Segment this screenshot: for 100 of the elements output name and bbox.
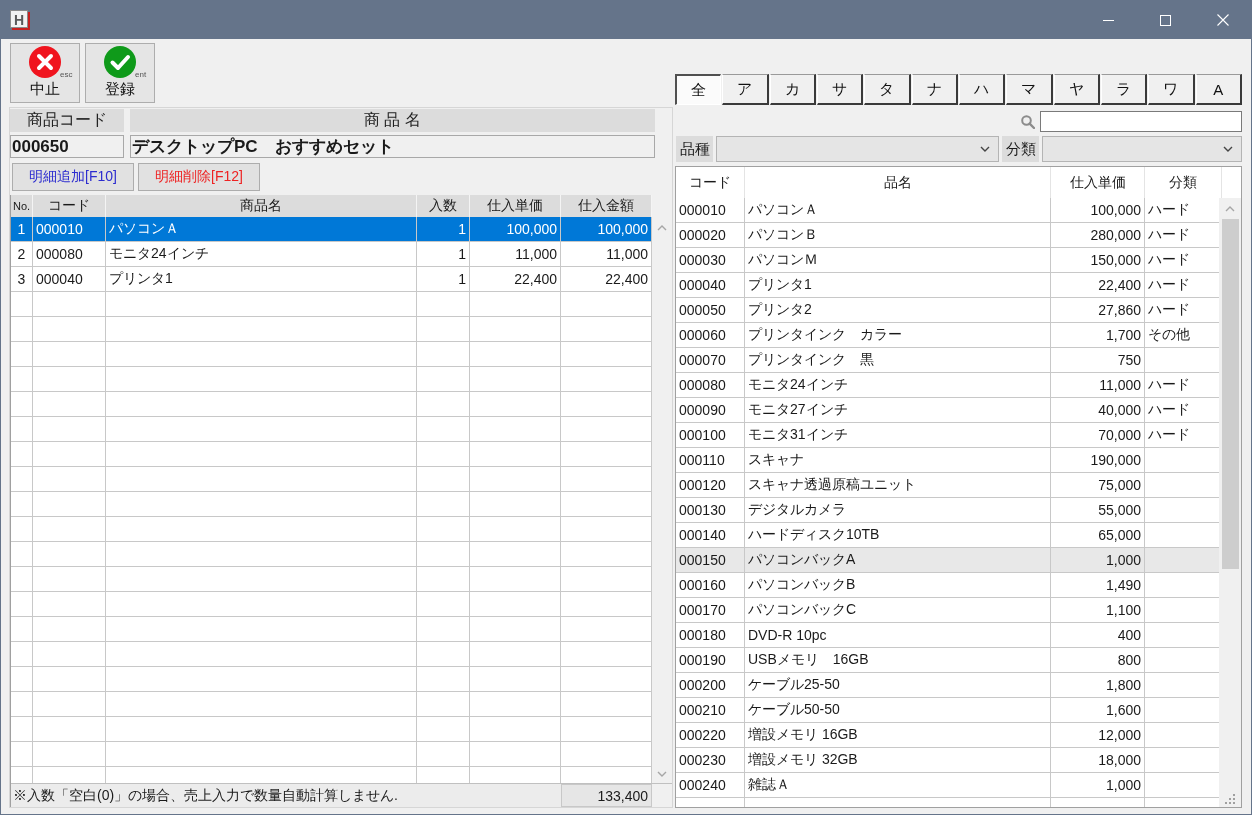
table-cell: 1,600 [1051,698,1145,722]
filter-tab[interactable]: マ [1006,74,1053,105]
app-logo-icon: H [10,10,30,30]
table-cell: モニタ31インチ [745,423,1051,447]
table-row[interactable]: 000070 プリンタインク 黒 750 [676,348,1220,373]
table-row[interactable]: 000010 パソコンＡ 100,000 ハード [676,198,1220,223]
table-row[interactable]: 000230 増設メモリ 32GB 18,000 [676,748,1220,773]
table-row[interactable]: 000030 パソコンＭ 150,000 ハード [676,248,1220,273]
table-cell: DVD-R 10pc [745,623,1051,647]
table-row[interactable]: 000020 パソコンＢ 280,000 ハード [676,223,1220,248]
table-row[interactable]: 000120 スキャナ透過原稿ユニット 75,000 [676,473,1220,498]
filter-tab[interactable]: ヤ [1053,74,1100,105]
filter-tab[interactable]: タ [864,74,911,105]
table-cell: 12,000 [1051,723,1145,747]
x-circle-icon [29,46,61,78]
table-cell: 000030 [676,248,745,272]
table-cell: モニタ24インチ [106,242,417,266]
table-row[interactable]: 000160 パソコンバックB 1,490 [676,573,1220,598]
table-cell: 000110 [676,448,745,472]
table-cell: プリンタ1 [745,273,1051,297]
table-cell: 増設メモリ 16GB [745,723,1051,747]
table-cell: モニタ24インチ [745,373,1051,397]
table-row[interactable]: 000060 プリンタインク カラー 1,700 その他 [676,323,1220,348]
table-row[interactable]: 000080 モニタ24インチ 11,000 ハード [676,373,1220,398]
table-cell: 000180 [676,623,745,647]
filter-tab[interactable]: サ [817,74,864,105]
table-cell: ハードディスク10TB [745,523,1051,547]
chevron-down-icon [1223,146,1233,152]
table-row[interactable]: 000040 プリンタ1 22,400 ハード [676,273,1220,298]
table-cell: 増設メモリ 32GB [745,748,1051,772]
filter-tab[interactable]: カ [769,74,816,105]
filter-tab[interactable]: ラ [1100,74,1148,105]
table-row[interactable]: 3 000040 プリンタ1 1 22,400 22,400 [11,267,652,292]
table-cell: 1 [417,267,470,291]
table-cell: 40,000 [1051,398,1145,422]
table-cell: 000220 [676,723,745,747]
table-cell: 100,000 [1051,198,1145,222]
table-cell: モニタ27インチ [745,398,1051,422]
filter-tab[interactable]: ワ [1148,74,1195,105]
table-cell: 18,000 [1051,748,1145,772]
product-name-field[interactable]: デスクトップPC おすすめセット [130,135,655,158]
table-row[interactable]: 000180 DVD-R 10pc 400 [676,623,1220,648]
filter-label: 品種 [676,136,713,162]
column-header: 商品名 [106,195,417,217]
scrollbar-thumb[interactable] [1221,219,1239,569]
table-row[interactable]: 000140 ハードディスク10TB 65,000 [676,523,1220,548]
filter-tab[interactable]: 全 [675,74,722,105]
toolbar-button[interactable]: ent 登録 [85,43,155,103]
table-row[interactable]: 000150 パソコンバックA 1,000 [676,548,1220,573]
table-row[interactable]: 000240 雑誌Ａ 1,000 [676,773,1220,798]
table-cell: 000190 [676,648,745,672]
table-cell: 000120 [676,473,745,497]
table-cell: 70,000 [1051,423,1145,447]
table-row[interactable]: 000090 モニタ27インチ 40,000 ハード [676,398,1220,423]
table-cell: 800 [1051,648,1145,672]
table-row[interactable]: 000170 パソコンバックC 1,100 [676,598,1220,623]
filter-tab[interactable]: ハ [958,74,1006,105]
table-row[interactable]: 000050 プリンタ2 27,860 ハード [676,298,1220,323]
shortcut-hint: esc [60,71,73,79]
table-row[interactable]: 000200 ケーブル25-50 1,800 [676,673,1220,698]
table-row[interactable]: 1 000010 パソコンＡ 1 100,000 100,000 [11,217,652,242]
table-cell: スキャナ [745,448,1051,472]
table-row[interactable]: 000210 ケーブル50-50 1,600 [676,698,1220,723]
table-row[interactable]: 2 000080 モニタ24インチ 1 11,000 11,000 [11,242,652,267]
filter-tab[interactable]: A [1195,74,1242,105]
table-cell: 000240 [676,773,745,797]
table-cell: 3 [11,267,33,291]
total-cell: 133,400 [561,784,652,807]
filter-tab[interactable]: ア [722,74,769,105]
table-cell: 65,000 [1051,523,1145,547]
filter-tab[interactable]: ナ [911,74,958,105]
table-cell: 1,100 [1051,598,1145,622]
table-row[interactable]: 000130 デジタルカメラ 55,000 [676,498,1220,523]
scrollbar[interactable] [1219,198,1241,807]
minimize-icon [1103,19,1114,21]
product-code-field[interactable]: 000650 [10,135,124,158]
table-cell: 000070 [676,348,745,372]
table-row[interactable]: 000220 増設メモリ 16GB 12,000 [676,723,1220,748]
toolbar-button[interactable]: esc 中止 [10,43,80,103]
table-cell: 000060 [676,323,745,347]
column-header: 仕入金額 [561,195,652,217]
column-header: 仕入単価 [470,195,561,217]
table-cell: 000080 [33,242,106,266]
column-header: コード [33,195,106,217]
table-cell: 000170 [676,598,745,622]
add-line-button[interactable]: 明細追加[F10] [12,163,134,191]
field-label: 商品コード [10,109,124,132]
table-row[interactable]: 000110 スキャナ 190,000 [676,448,1220,473]
table-cell: 1,800 [1051,673,1145,697]
table-cell: パソコンバックA [745,548,1051,572]
table-row[interactable]: 000190 USBメモリ 16GB 800 [676,648,1220,673]
table-cell: プリンタ1 [106,267,417,291]
dropdown[interactable] [716,136,999,162]
table-row[interactable]: 000100 モニタ31インチ 70,000 ハード [676,423,1220,448]
search-field[interactable] [1040,111,1242,132]
field-label: 商 品 名 [130,109,655,132]
close-icon [1216,14,1229,26]
table-cell: 22,400 [1051,273,1145,297]
chevron-down-icon [657,771,667,777]
table-cell: 27,860 [1051,298,1145,322]
